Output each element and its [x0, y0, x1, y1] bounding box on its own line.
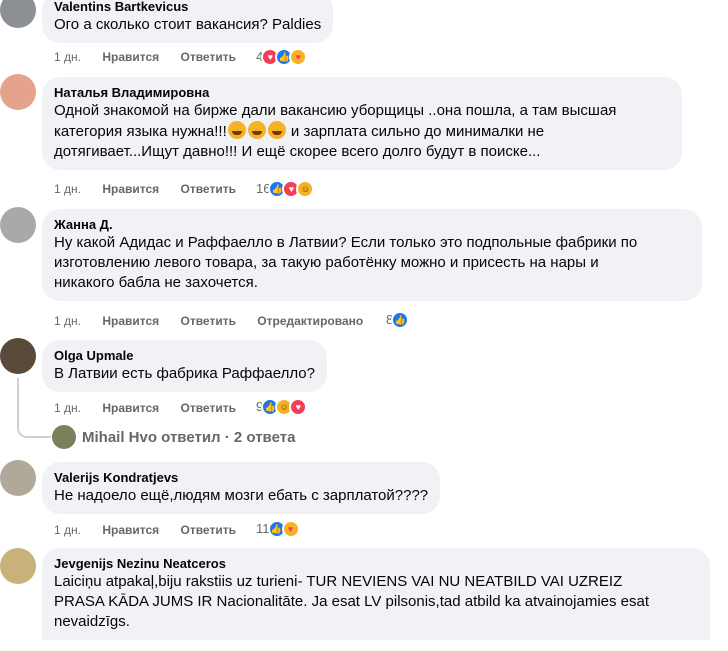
avatar[interactable] [0, 207, 36, 243]
reply-button[interactable]: Ответить [181, 182, 236, 196]
avatar[interactable] [0, 74, 36, 110]
rofl-emoji-icon [267, 121, 286, 139]
comment-time[interactable]: 1 дн. [54, 401, 81, 415]
comment-author[interactable]: Жанна Д. [54, 216, 690, 233]
reaction-summary[interactable]: 8 👍 [386, 311, 410, 329]
comment-text-line: категория языка нужна!!! и зарплата силь… [54, 121, 545, 140]
comment-bubble: Jevgenijs Nezinu Neatceros Laiciņu atpak… [42, 548, 710, 640]
comment-text-line: изготовлению левого товара, за такую раб… [54, 254, 599, 271]
comment-text-line: дотягивает...Ищут давно!!! И ещё скорее … [54, 143, 541, 160]
comment-author[interactable]: Наталья Владимировна [54, 84, 670, 101]
avatar[interactable] [0, 0, 36, 28]
avatar[interactable] [0, 460, 36, 496]
comment-text: Ого а сколько стоит вакансия? Paldies [54, 16, 322, 33]
like-reaction-icon: 👍 [391, 311, 410, 329]
view-replies-text: Mihail Hvo ответил · 2 ответа [82, 428, 296, 446]
comment-author[interactable]: Olga Upmale [54, 347, 315, 364]
like-button[interactable]: Нравится [102, 50, 159, 64]
comment-text-line: nevaidzīgs. [54, 613, 130, 630]
reaction-summary[interactable]: 4 ♥ 👍 ♥ [256, 48, 308, 66]
comment-time[interactable]: 1 дн. [54, 314, 81, 328]
rofl-emoji-icon [227, 121, 246, 139]
like-button[interactable]: Нравится [102, 182, 159, 196]
comment-text: Не надоело ещё,людям мозги ебать с зарпл… [54, 487, 429, 504]
reply-button[interactable]: Ответить [181, 314, 236, 328]
comment-time[interactable]: 1 дн. [54, 523, 81, 537]
comment-author[interactable]: Valentins Bartkevicus [54, 0, 321, 15]
comment-bubble: Valerijs Kondratjevs Не надоело ещё,людя… [42, 462, 441, 514]
view-replies-link[interactable]: Mihail Hvo ответил · 2 ответа [52, 425, 295, 449]
reply-avatar [52, 425, 76, 449]
rofl-emoji-icon [247, 121, 266, 139]
like-button[interactable]: Нравится [102, 314, 159, 328]
comment-actions: 1 дн. Нравится Ответить Отредактировано [54, 313, 381, 329]
care-reaction-icon: ♥ [281, 520, 300, 538]
comment-author[interactable]: Jevgenijs Nezinu Neatceros [54, 555, 698, 572]
comment-time[interactable]: 1 дн. [54, 182, 81, 196]
avatar[interactable] [0, 548, 36, 584]
reaction-summary[interactable]: 9 👍 ☺ ♥ [256, 398, 308, 416]
haha-reaction-icon: ☺ [296, 180, 315, 198]
comment-bubble: Olga Upmale В Латвии есть фабрика Раффае… [42, 340, 327, 392]
comment-text: В Латвии есть фабрика Раффаелло? [54, 365, 315, 382]
like-button[interactable]: Нравится [102, 401, 159, 415]
comment-text-line: Одной знакомой на бирже дали вакансию уб… [54, 102, 617, 119]
reply-button[interactable]: Ответить [181, 50, 236, 64]
reply-button[interactable]: Ответить [181, 401, 236, 415]
reply-button[interactable]: Ответить [181, 523, 236, 537]
comment-text-line: Laiciņu atpakaļ,biju rakstiis uz turieni… [54, 573, 623, 590]
comment-bubble: Жанна Д. Ну какой Адидас и Раффаелло в Л… [42, 209, 702, 301]
comment-bubble: Valentins Bartkevicus Ого а сколько стои… [42, 0, 334, 43]
comment-text-line: PRASA KĀDA JUMS IR Nacionalitāte. Ja esa… [54, 593, 650, 610]
love-reaction-icon: ♥ [289, 398, 308, 416]
care-reaction-icon: ♥ [289, 48, 308, 66]
comment-text-line: Ну какой Адидас и Раффаелло в Латвии? Ес… [54, 234, 638, 251]
like-button[interactable]: Нравится [102, 523, 159, 537]
comment-bubble: Наталья Владимировна Одной знакомой на б… [42, 77, 682, 170]
comment-actions: 1 дн. Нравится Ответить [54, 49, 254, 65]
edited-label: Отредактировано [257, 314, 364, 328]
thread-line [17, 378, 51, 438]
comment-actions: 1 дн. Нравится Ответить [54, 181, 254, 197]
comment-actions: 1 дн. Нравится Ответить [54, 522, 254, 538]
comment-text-line: никакого бабла не захочется. [54, 274, 258, 291]
avatar[interactable] [0, 338, 36, 374]
reaction-summary[interactable]: 11 👍 ♥ [256, 520, 300, 538]
reaction-summary[interactable]: 16 👍 ♥ ☺ [256, 180, 315, 198]
comment-actions: 1 дн. Нравится Ответить [54, 400, 254, 416]
comment-time[interactable]: 1 дн. [54, 50, 81, 64]
comment-author[interactable]: Valerijs Kondratjevs [54, 469, 428, 486]
